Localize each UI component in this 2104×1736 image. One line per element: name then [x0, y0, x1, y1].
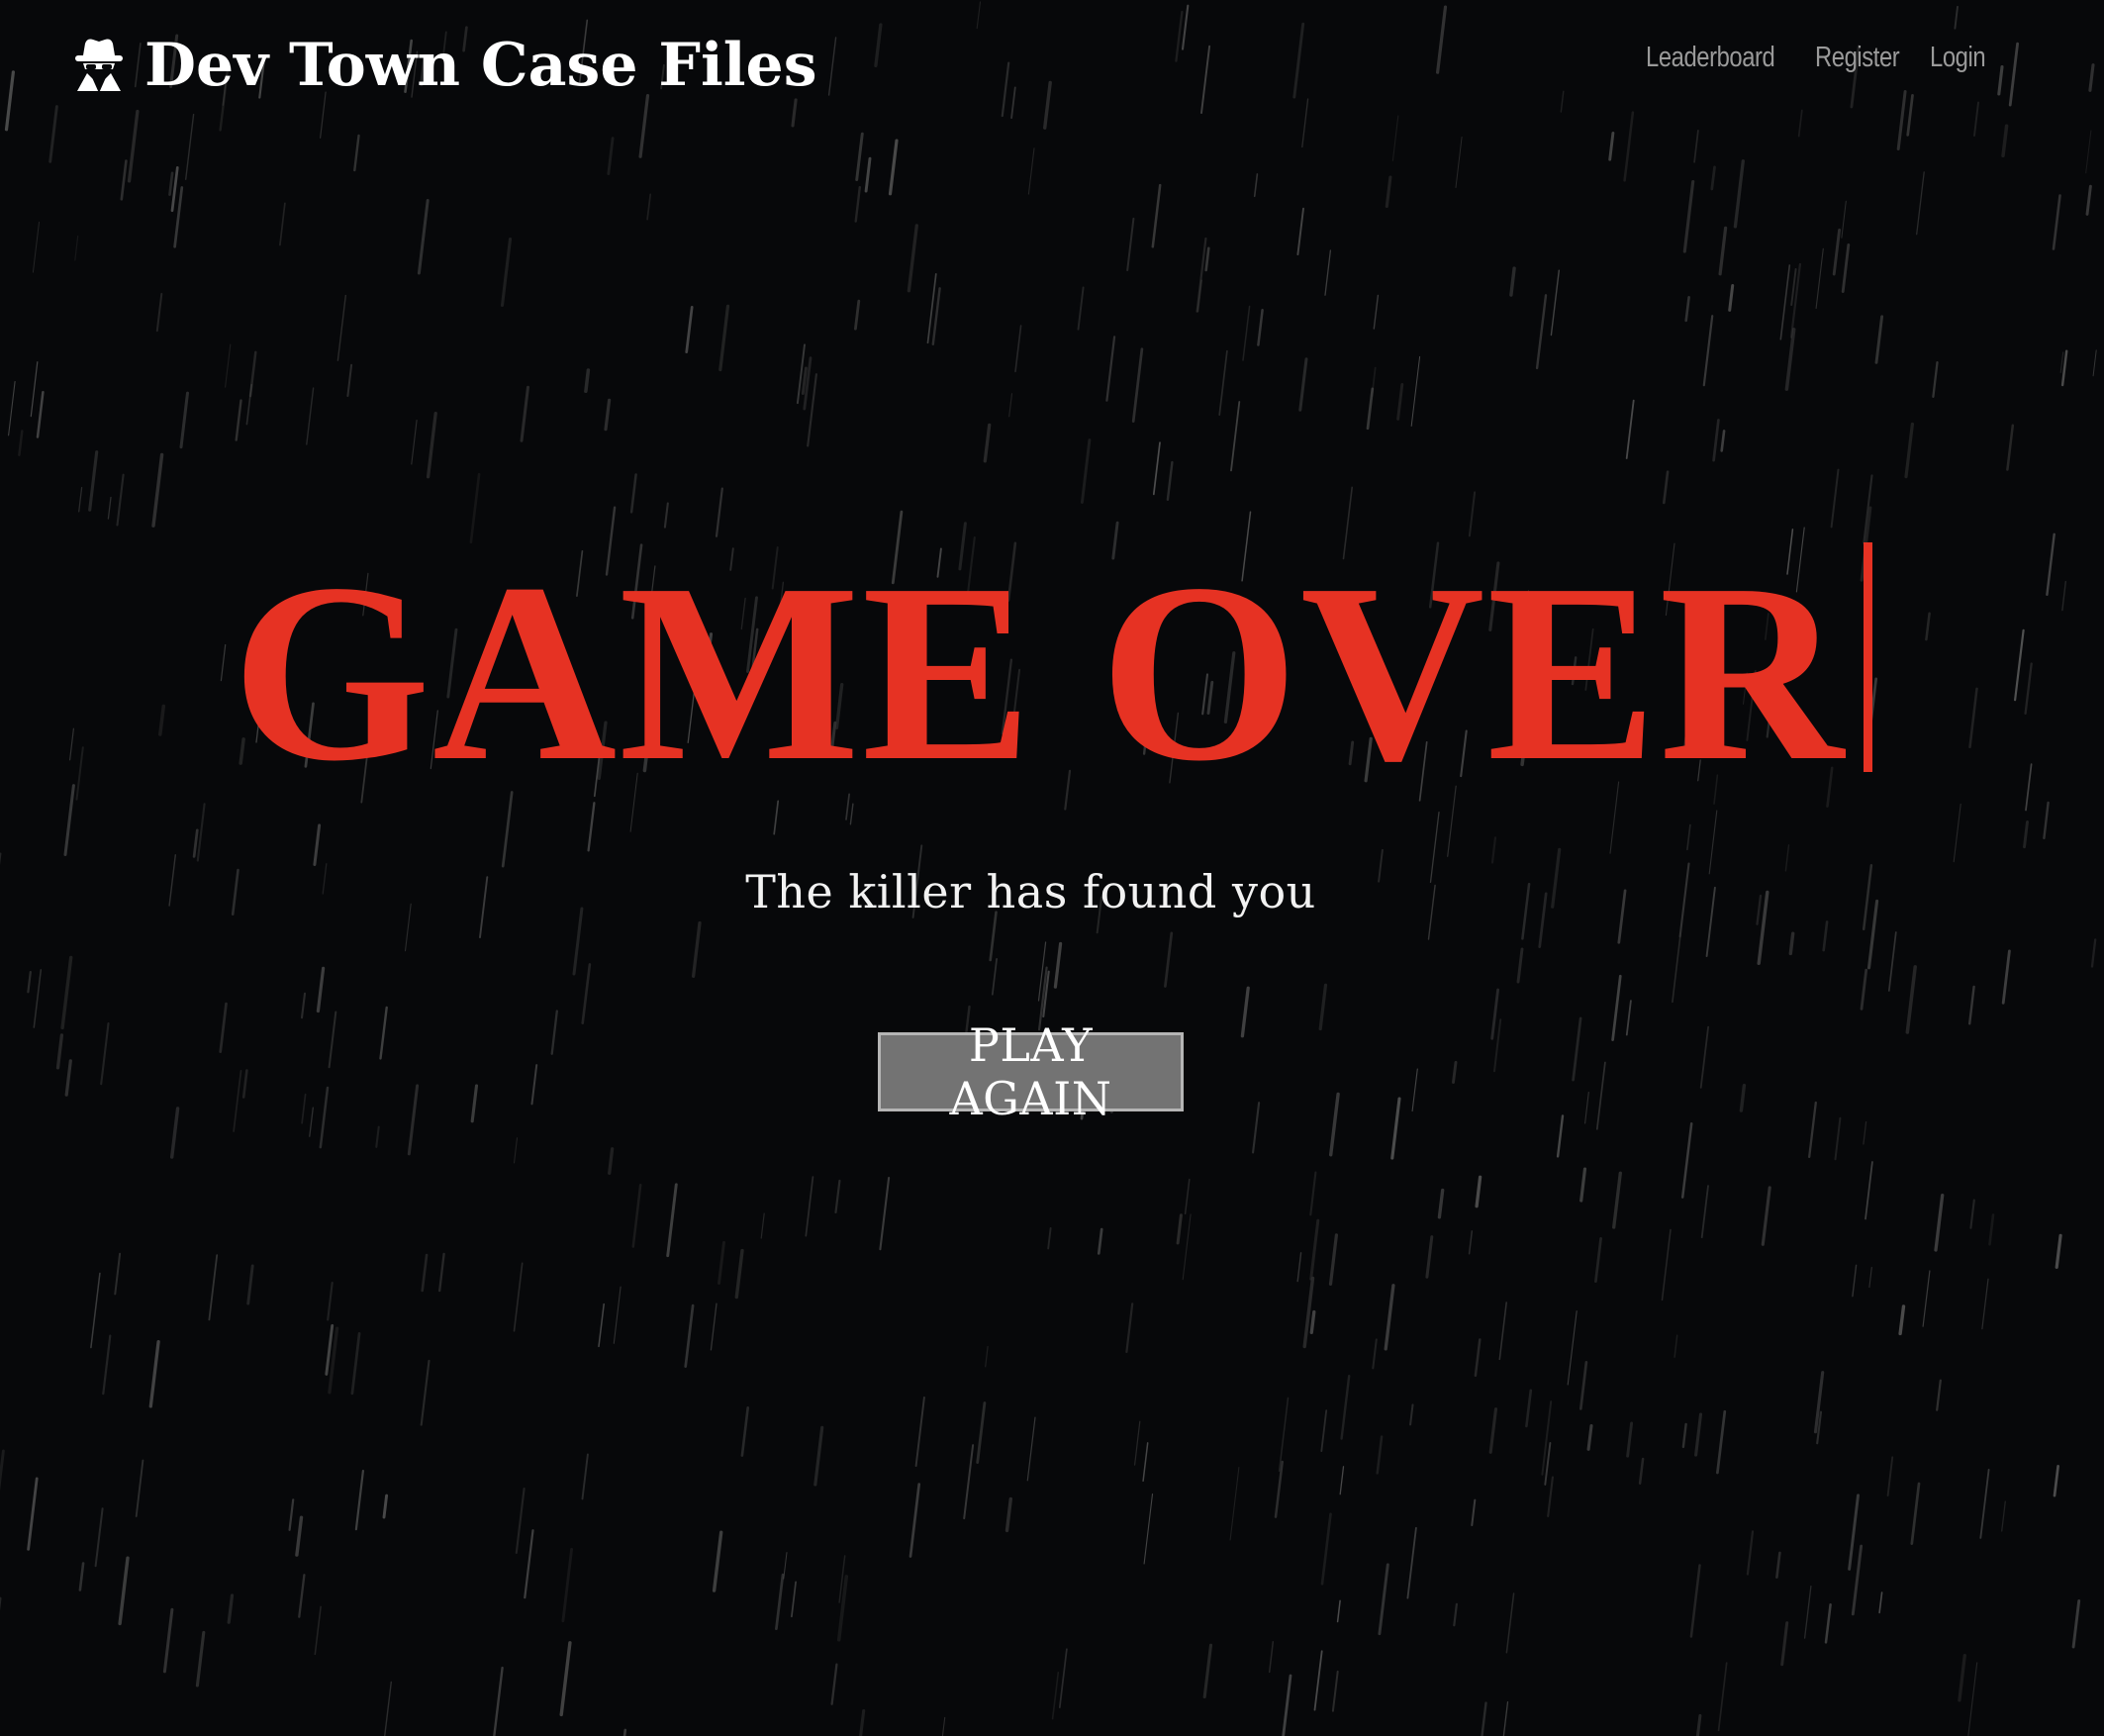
detective-icon — [71, 36, 127, 95]
nav-link-login[interactable]: Login — [1930, 42, 1986, 74]
nav-link-leaderboard[interactable]: Leaderboard — [1646, 42, 1775, 74]
game-over-heading: GAME OVER — [0, 542, 2104, 800]
game-over-subtitle: The killer has found you — [745, 865, 1316, 918]
typing-cursor — [1863, 542, 1872, 772]
nav-link-register[interactable]: Register — [1815, 42, 1900, 74]
play-again-button[interactable]: PLAY AGAIN — [878, 1018, 1184, 1125]
brand-logo[interactable]: Dev Town Case Files — [71, 28, 817, 103]
nav-links: Leaderboard Register Login — [1646, 42, 1986, 74]
top-navbar: Dev Town Case Files Leaderboard Register… — [0, 0, 2104, 129]
brand-title: Dev Town Case Files — [144, 31, 817, 100]
game-over-title: GAME OVER — [232, 530, 1846, 814]
